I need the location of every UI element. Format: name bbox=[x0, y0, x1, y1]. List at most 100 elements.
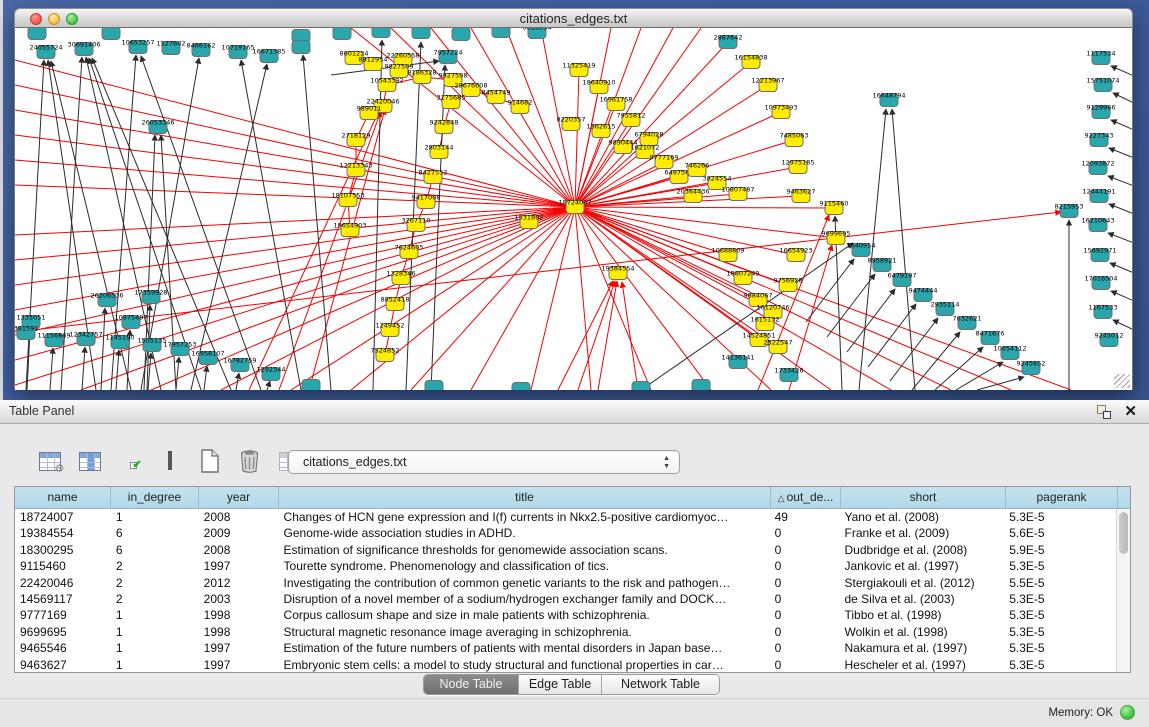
table-cell[interactable]: 6 bbox=[111, 525, 199, 541]
table-cell[interactable]: 5.9E-5 bbox=[1004, 542, 1116, 558]
graph-edge[interactable] bbox=[1108, 176, 1133, 186]
table-cell[interactable]: 1 bbox=[111, 607, 199, 623]
graph-edge[interactable] bbox=[373, 40, 382, 390]
graph-node[interactable] bbox=[492, 28, 510, 38]
table-cell[interactable]: Wolkin et al. (1998) bbox=[840, 624, 1005, 640]
graph-node[interactable]: 19384554 bbox=[601, 265, 634, 280]
table-cell[interactable]: 6 bbox=[111, 542, 199, 558]
table-cell[interactable]: Nakamura et al. (1997) bbox=[840, 640, 1005, 656]
table-cell[interactable]: 9777169 bbox=[15, 607, 111, 623]
table-cell[interactable]: 1 bbox=[111, 624, 199, 640]
graph-node[interactable] bbox=[292, 41, 310, 54]
table-cell[interactable]: 5.3E-5 bbox=[1004, 607, 1116, 623]
table-cell[interactable]: 0 bbox=[770, 525, 840, 541]
table-cell[interactable]: 2009 bbox=[199, 525, 279, 541]
graph-edge[interactable] bbox=[50, 348, 53, 390]
graph-node[interactable]: 914682 bbox=[508, 99, 533, 114]
graph-node[interactable]: 8466162 bbox=[187, 42, 216, 57]
graph-edge[interactable] bbox=[956, 362, 1003, 390]
graph-node[interactable]: 8186328 bbox=[408, 69, 437, 84]
graph-node[interactable]: 989011 bbox=[357, 105, 382, 120]
graph-node[interactable]: 3175685 bbox=[437, 94, 466, 109]
graph-node[interactable]: 16648794 bbox=[872, 92, 905, 107]
graph-edge[interactable] bbox=[1113, 93, 1133, 103]
graph-node[interactable]: 16654923 bbox=[779, 247, 812, 262]
table-cell[interactable]: 5.3E-5 bbox=[1004, 558, 1116, 574]
graph-edge[interactable] bbox=[575, 207, 834, 208]
change-table-mode-button[interactable]: ⚙ bbox=[36, 448, 63, 474]
graph-node[interactable]: 30691406 bbox=[67, 41, 100, 56]
graph-edge[interactable] bbox=[806, 259, 854, 322]
table-cell[interactable]: 1997 bbox=[199, 640, 279, 656]
graph-node[interactable]: 8958921 bbox=[868, 257, 897, 272]
graph-node[interactable]: 15692971 bbox=[1083, 247, 1116, 262]
column-header-name[interactable]: name bbox=[15, 487, 111, 509]
tab-node-table[interactable]: Node Table bbox=[424, 675, 519, 694]
graph-node[interactable]: 10719165 bbox=[221, 44, 254, 59]
table-cell[interactable]: 2012 bbox=[199, 575, 279, 591]
graph-edge[interactable] bbox=[204, 366, 207, 390]
graph-edge[interactable] bbox=[1109, 148, 1133, 158]
graph-node[interactable]: 12093872 bbox=[1081, 160, 1114, 175]
table-cell[interactable]: 5.3E-5 bbox=[1004, 657, 1116, 673]
graph-edge[interactable] bbox=[1111, 291, 1133, 301]
graph-node[interactable]: 11156869 bbox=[37, 332, 70, 347]
graph-node[interactable]: 8220357 bbox=[557, 116, 586, 131]
column-header-in_degree[interactable]: in_degree bbox=[111, 487, 199, 509]
table-cell[interactable]: 1997 bbox=[199, 558, 279, 574]
graph-node[interactable]: 1249452 bbox=[376, 322, 405, 337]
graph-node[interactable]: 8427552 bbox=[419, 169, 448, 184]
graph-node[interactable]: 12975185 bbox=[781, 159, 814, 174]
table-cell[interactable]: 1997 bbox=[199, 657, 279, 673]
table-cell[interactable]: 5.5E-5 bbox=[1004, 575, 1116, 591]
table-cell[interactable]: 0 bbox=[770, 624, 840, 640]
table-cell[interactable]: de Silva et al. (2003) bbox=[840, 591, 1005, 607]
graph-node[interactable]: 7485063 bbox=[780, 132, 809, 147]
graph-node[interactable]: 9115460 bbox=[820, 200, 849, 215]
graph-node[interactable]: 9417008 bbox=[412, 194, 441, 209]
table-cell[interactable]: 2008 bbox=[199, 542, 279, 558]
graph-node[interactable]: 10543392 bbox=[370, 77, 403, 92]
graph-node[interactable] bbox=[412, 28, 430, 39]
graph-node[interactable]: 24055724 bbox=[29, 44, 62, 59]
graph-node[interactable]: 8471676 bbox=[976, 330, 1005, 345]
delete-columns-button[interactable] bbox=[236, 448, 263, 474]
table-row[interactable]: 969969511998Structural magnetic resonanc… bbox=[15, 624, 1116, 640]
graph-node[interactable]: 9777169 bbox=[650, 154, 679, 169]
graph-edge[interactable] bbox=[1109, 204, 1133, 214]
graph-node[interactable]: 9245012 bbox=[1095, 332, 1124, 347]
table-row[interactable]: 946554611997Estimation of the future num… bbox=[15, 640, 1116, 656]
network-view-canvas[interactable]: 8813054240557243069140610653257152760284… bbox=[14, 28, 1133, 390]
graph-edge[interactable] bbox=[411, 207, 575, 390]
graph-node[interactable]: 17016504 bbox=[1084, 275, 1117, 290]
table-cell[interactable]: Genome-wide association studies in ADHD. bbox=[279, 525, 770, 541]
graph-edge[interactable] bbox=[827, 274, 875, 337]
table-cell[interactable]: Tibbo et al. (1998) bbox=[840, 607, 1005, 623]
table-cell[interactable]: Yano et al. (2008) bbox=[840, 509, 1005, 525]
tab-network-table[interactable]: Network Table bbox=[602, 675, 719, 694]
table-row[interactable]: 977716911998Corpus callosum shape and si… bbox=[15, 607, 1116, 623]
table-cell[interactable]: Investigating the contribution of common… bbox=[279, 575, 770, 591]
graph-node[interactable]: 26206536 bbox=[90, 292, 123, 307]
graph-edge[interactable] bbox=[575, 207, 836, 238]
graph-node[interactable] bbox=[333, 28, 351, 40]
table-cell[interactable]: 1 bbox=[111, 657, 199, 673]
graph-node[interactable] bbox=[28, 28, 46, 40]
graph-node[interactable]: 1733426 bbox=[775, 367, 804, 382]
graph-node[interactable]: 8215953 bbox=[1055, 203, 1084, 218]
table-row[interactable]: 911546021997Tourette syndrome. Phenomeno… bbox=[15, 558, 1116, 574]
table-cell[interactable]: 5.3E-5 bbox=[1004, 640, 1116, 656]
table-cell[interactable]: Franke et al. (2009) bbox=[840, 525, 1005, 541]
graph-node[interactable]: 16671385 bbox=[252, 48, 285, 63]
table-row[interactable]: 1830029562008Estimation of significance … bbox=[15, 542, 1116, 558]
graph-edge[interactable] bbox=[558, 281, 613, 390]
table-cell[interactable]: 0 bbox=[770, 591, 840, 607]
graph-node[interactable]: 18640910 bbox=[582, 79, 615, 94]
graph-node[interactable]: 2887642 bbox=[714, 34, 743, 49]
graph-edge[interactable] bbox=[471, 207, 575, 390]
graph-edge[interactable] bbox=[15, 110, 575, 207]
graph-edge[interactable] bbox=[1111, 120, 1133, 130]
graph-node[interactable]: 8852418 bbox=[381, 296, 410, 311]
graph-node[interactable]: 2803144 bbox=[425, 144, 454, 159]
table-cell[interactable]: 1 bbox=[111, 509, 199, 525]
